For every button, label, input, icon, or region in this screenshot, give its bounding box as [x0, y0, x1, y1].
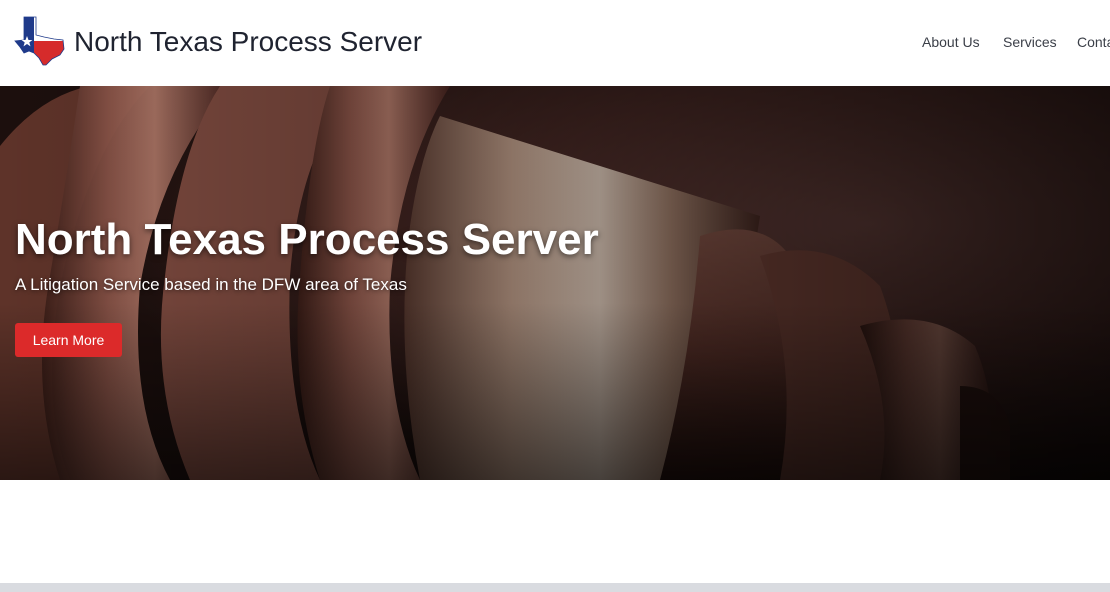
main-nav: About Us Services Conta — [0, 30, 1110, 54]
page: North Texas Process Server About Us Serv… — [0, 0, 1110, 592]
learn-more-button[interactable]: Learn More — [15, 323, 122, 357]
nav-item-contact[interactable]: Conta — [1077, 30, 1110, 54]
nav-item-about-us[interactable]: About Us — [922, 30, 980, 54]
hero-subtitle: A Litigation Service based in the DFW ar… — [15, 275, 407, 294]
footer-divider — [0, 583, 1110, 592]
site-header: North Texas Process Server About Us Serv… — [0, 0, 1110, 86]
nav-item-services[interactable]: Services — [1003, 30, 1057, 54]
hero-title: North Texas Process Server — [15, 215, 599, 264]
hero-section: North Texas Process Server A Litigation … — [0, 86, 1110, 480]
